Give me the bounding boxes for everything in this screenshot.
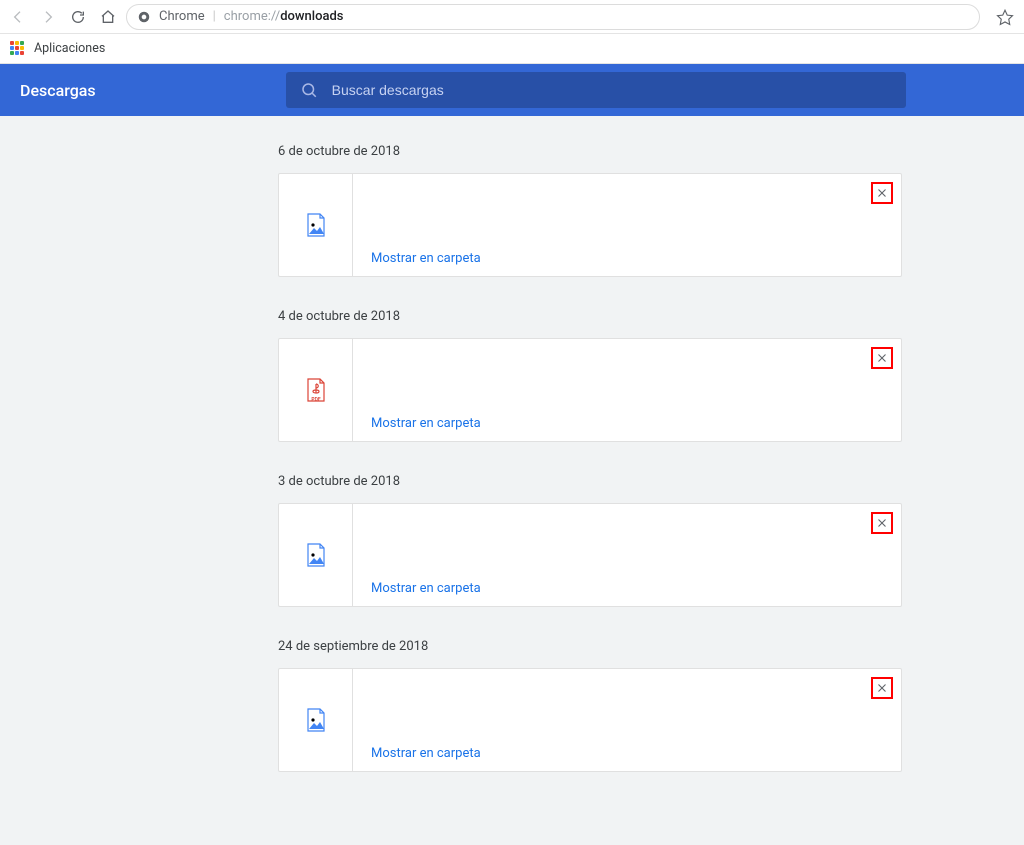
omnibox-separator: | bbox=[213, 9, 216, 24]
nav-icon-group bbox=[10, 9, 116, 25]
image-file-icon bbox=[305, 212, 327, 238]
download-item: Mostrar en carpeta bbox=[278, 173, 902, 277]
download-group: 3 de octubre de 2018 Mostrar en carpeta bbox=[278, 474, 902, 607]
home-button[interactable] bbox=[100, 9, 116, 25]
url-prefix: chrome:// bbox=[224, 9, 280, 24]
group-date: 6 de octubre de 2018 bbox=[278, 144, 902, 159]
show-in-folder-link[interactable]: Mostrar en carpeta bbox=[371, 746, 481, 761]
download-group: 6 de octubre de 2018 Mostrar en carpeta bbox=[278, 144, 902, 277]
download-item: Mostrar en carpeta bbox=[278, 668, 902, 772]
download-item: PDF Mostrar en carpeta bbox=[278, 338, 902, 442]
browser-nav-bar: Chrome | chrome://downloads bbox=[0, 0, 1024, 34]
downloads-content: 6 de octubre de 2018 Mostrar en carpeta … bbox=[0, 116, 1024, 845]
reload-button[interactable] bbox=[70, 9, 86, 25]
show-in-folder-link[interactable]: Mostrar en carpeta bbox=[371, 251, 481, 266]
show-in-folder-link[interactable]: Mostrar en carpeta bbox=[371, 416, 481, 431]
apps-label[interactable]: Aplicaciones bbox=[34, 41, 105, 56]
remove-download-button[interactable] bbox=[871, 347, 893, 369]
pdf-file-icon: PDF bbox=[305, 377, 327, 403]
remove-download-button[interactable] bbox=[871, 677, 893, 699]
file-thumbnail bbox=[279, 174, 353, 276]
close-icon bbox=[876, 352, 888, 364]
search-box[interactable] bbox=[286, 72, 906, 108]
image-file-icon bbox=[305, 542, 327, 568]
group-date: 24 de septiembre de 2018 bbox=[278, 639, 902, 654]
close-icon bbox=[876, 682, 888, 694]
download-group: 4 de octubre de 2018 PDF Mostrar en carp… bbox=[278, 309, 902, 442]
chrome-page-icon bbox=[137, 10, 151, 24]
omnibox[interactable]: Chrome | chrome://downloads bbox=[126, 4, 980, 30]
page-title: Descargas bbox=[20, 81, 96, 100]
url-path: downloads bbox=[280, 9, 343, 24]
bookmark-star-button[interactable] bbox=[996, 8, 1014, 26]
apps-icon[interactable] bbox=[10, 41, 26, 57]
group-date: 3 de octubre de 2018 bbox=[278, 474, 902, 489]
download-body: Mostrar en carpeta bbox=[353, 174, 901, 276]
file-thumbnail: PDF bbox=[279, 339, 353, 441]
back-button[interactable] bbox=[10, 9, 26, 25]
bookmarks-bar: Aplicaciones bbox=[0, 34, 1024, 64]
file-thumbnail bbox=[279, 669, 353, 771]
forward-button[interactable] bbox=[40, 9, 56, 25]
downloads-list: 6 de octubre de 2018 Mostrar en carpeta … bbox=[278, 144, 902, 772]
search-input[interactable] bbox=[332, 82, 892, 98]
download-body: Mostrar en carpeta bbox=[353, 339, 901, 441]
remove-download-button[interactable] bbox=[871, 182, 893, 204]
search-icon bbox=[300, 81, 318, 99]
remove-download-button[interactable] bbox=[871, 512, 893, 534]
close-icon bbox=[876, 187, 888, 199]
download-item: Mostrar en carpeta bbox=[278, 503, 902, 607]
download-body: Mostrar en carpeta bbox=[353, 504, 901, 606]
download-group: 24 de septiembre de 2018 Mostrar en carp… bbox=[278, 639, 902, 772]
downloads-header: Descargas bbox=[0, 64, 1024, 116]
close-icon bbox=[876, 517, 888, 529]
page-origin-label: Chrome bbox=[159, 9, 205, 24]
image-file-icon bbox=[305, 707, 327, 733]
file-thumbnail bbox=[279, 504, 353, 606]
show-in-folder-link[interactable]: Mostrar en carpeta bbox=[371, 581, 481, 596]
svg-text:PDF: PDF bbox=[311, 397, 320, 403]
omnibox-url: chrome://downloads bbox=[224, 9, 344, 24]
download-body: Mostrar en carpeta bbox=[353, 669, 901, 771]
group-date: 4 de octubre de 2018 bbox=[278, 309, 902, 324]
